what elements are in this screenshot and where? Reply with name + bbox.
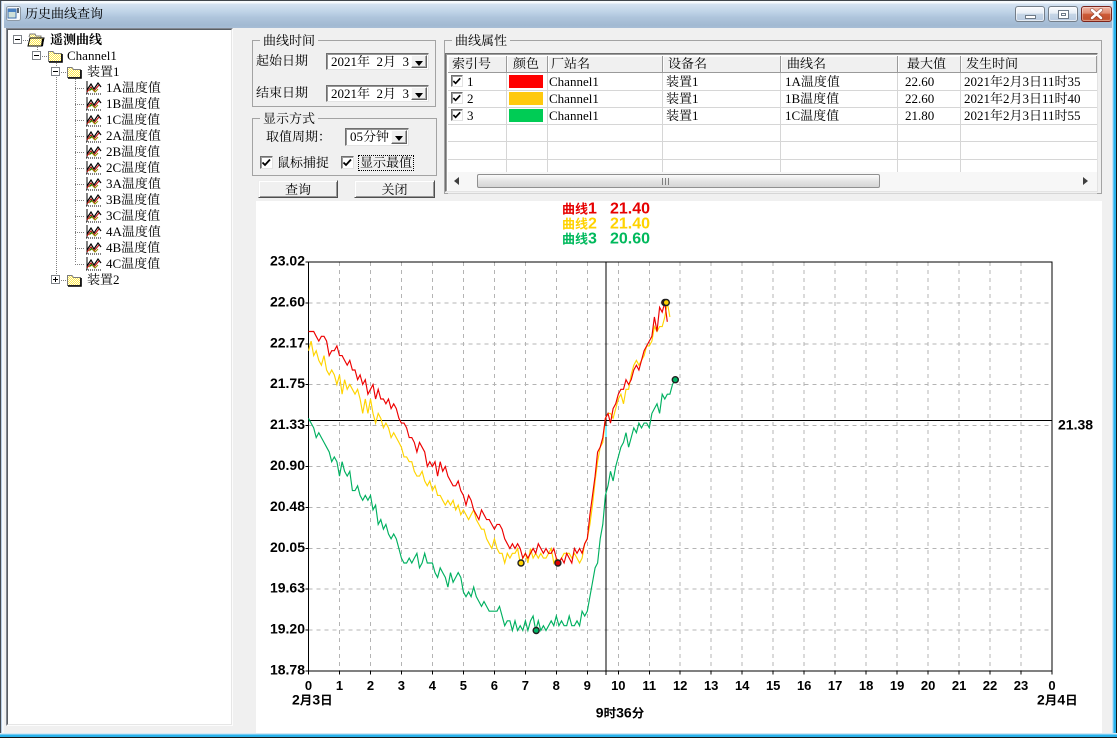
svg-text:2月4日: 2月4日 — [1037, 692, 1078, 708]
svg-text:9: 9 — [584, 678, 591, 693]
svg-text:2月3日: 2月3日 — [292, 692, 333, 708]
svg-text:23.02: 23.02 — [270, 253, 305, 269]
svg-text:19.20: 19.20 — [270, 621, 305, 637]
svg-text:18.78: 18.78 — [270, 662, 305, 678]
svg-text:19: 19 — [890, 678, 904, 693]
svg-text:14: 14 — [735, 678, 750, 693]
svg-text:18: 18 — [859, 678, 873, 693]
svg-text:21.33: 21.33 — [270, 416, 305, 432]
svg-text:20: 20 — [921, 678, 935, 693]
svg-text:21.75: 21.75 — [270, 375, 305, 391]
svg-text:4: 4 — [429, 678, 437, 693]
svg-text:20.90: 20.90 — [270, 457, 305, 473]
svg-text:9时36分: 9时36分 — [596, 705, 645, 721]
svg-text:13: 13 — [704, 678, 718, 693]
svg-text:22.17: 22.17 — [270, 334, 305, 350]
svg-text:23: 23 — [1014, 678, 1028, 693]
svg-text:22: 22 — [983, 678, 997, 693]
svg-text:0: 0 — [305, 678, 312, 693]
svg-text:11: 11 — [642, 678, 656, 693]
svg-text:21.38: 21.38 — [1058, 417, 1093, 433]
svg-text:21: 21 — [952, 678, 966, 693]
svg-text:16: 16 — [797, 678, 811, 693]
svg-text:10: 10 — [611, 678, 625, 693]
svg-text:22.60: 22.60 — [270, 293, 305, 309]
svg-text:2: 2 — [367, 678, 374, 693]
svg-text:7: 7 — [522, 678, 529, 693]
svg-text:19.63: 19.63 — [270, 580, 305, 596]
svg-text:17: 17 — [828, 678, 842, 693]
svg-text:8: 8 — [553, 678, 560, 693]
svg-text:20.05: 20.05 — [270, 539, 305, 555]
svg-text:12: 12 — [673, 678, 687, 693]
svg-text:20.60: 20.60 — [610, 231, 650, 248]
svg-text:20.48: 20.48 — [270, 498, 305, 514]
svg-text:0: 0 — [1048, 678, 1055, 693]
svg-text:6: 6 — [491, 678, 498, 693]
svg-text:3: 3 — [398, 678, 405, 693]
svg-text:1: 1 — [336, 678, 343, 693]
svg-text:5: 5 — [460, 678, 467, 693]
svg-text:15: 15 — [766, 678, 780, 693]
svg-text:曲线3: 曲线3 — [562, 231, 597, 248]
